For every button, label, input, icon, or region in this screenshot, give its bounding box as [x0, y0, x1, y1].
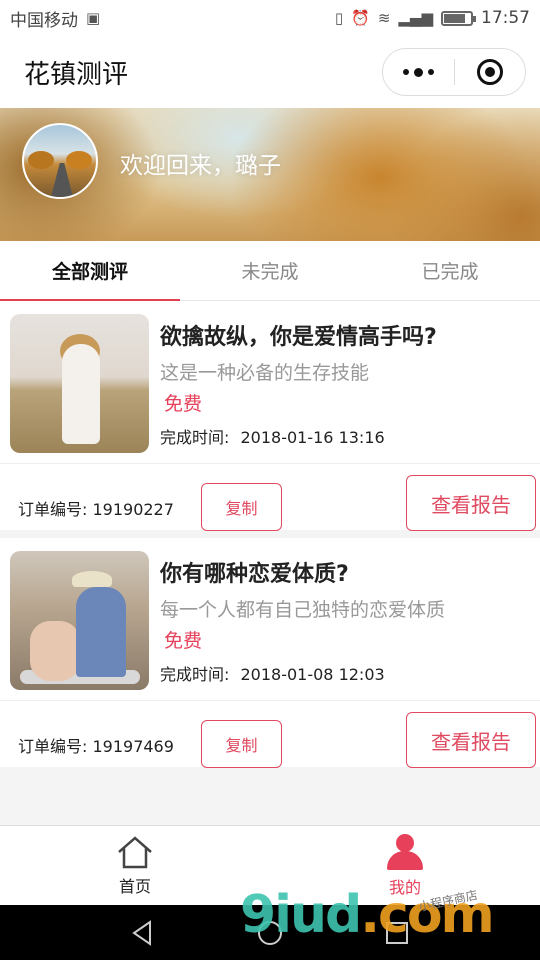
more-dots-icon — [402, 67, 434, 77]
status-bar: 中国移动 ▣ ▯ ⏰ ≋ ▂▄▆ 17:57 — [0, 0, 540, 36]
back-icon[interactable] — [128, 918, 158, 948]
order-card: 你有哪种恋爱体质? 每一个人都有自己独特的恋爱体质 免费 完成时间: 2018-… — [0, 538, 540, 775]
filter-tabs: 全部测评 未完成 已完成 — [0, 241, 540, 301]
target-icon — [476, 59, 503, 85]
copy-button[interactable]: 复制 — [201, 720, 282, 768]
completion-time: 完成时间: 2018-01-08 12:03 — [160, 661, 385, 685]
order-card-info[interactable]: 欲擒故纵，你是爱情高手吗? 这是一种必备的生存技能 免费 完成时间: 2018-… — [0, 301, 540, 464]
test-title: 欲擒故纵，你是爱情高手吗? — [160, 325, 437, 350]
tab-all[interactable]: 全部测评 — [0, 241, 180, 301]
tabbar-item-home[interactable]: 首页 — [0, 826, 270, 905]
wifi-icon: ≋ — [377, 9, 391, 27]
home-icon — [118, 835, 152, 868]
battery-icon — [441, 10, 476, 26]
watermark-main: 9iud — [240, 885, 362, 945]
profile-banner: 欢迎回来，璐子 — [0, 108, 540, 241]
order-list: 欲擒故纵，你是爱情高手吗? 这是一种必备的生存技能 免费 完成时间: 2018-… — [0, 301, 540, 775]
avatar[interactable] — [22, 123, 98, 199]
test-title: 你有哪种恋爱体质? — [160, 562, 349, 587]
completion-time-value: 2018-01-08 12:03 — [240, 665, 385, 684]
close-miniprogram-button[interactable] — [455, 49, 526, 95]
alarm-icon: ⏰ — [351, 9, 370, 27]
status-right: ▯ ⏰ ≋ ▂▄▆ 17:57 — [335, 8, 530, 28]
vibrate-icon: ▯ — [334, 9, 344, 27]
completion-time-value: 2018-01-16 13:16 — [240, 428, 385, 447]
test-thumbnail — [10, 551, 149, 690]
tabbar-label-home: 首页 — [118, 876, 151, 896]
view-report-button[interactable]: 查看报告 — [406, 475, 536, 531]
test-subtitle: 每一个人都有自己独特的恋爱体质 — [160, 599, 446, 621]
page-title: 花镇测评 — [24, 59, 129, 90]
welcome-text: 欢迎回来，璐子 — [120, 153, 281, 179]
copy-button[interactable]: 复制 — [201, 483, 282, 531]
clock: 17:57 — [481, 8, 530, 28]
price-label: 免费 — [164, 630, 203, 652]
test-subtitle: 这是一种必备的生存技能 — [160, 362, 370, 384]
order-number: 订单编号: 19190227 — [18, 500, 174, 519]
carrier-name: 中国移动 — [10, 10, 78, 31]
completion-time-label: 完成时间: — [160, 428, 230, 447]
order-card: 欲擒故纵，你是爱情高手吗? 这是一种必备的生存技能 免费 完成时间: 2018-… — [0, 301, 540, 538]
miniprogram-capsule — [382, 48, 526, 96]
more-button[interactable] — [383, 49, 454, 95]
order-card-info[interactable]: 你有哪种恋爱体质? 每一个人都有自己独特的恋爱体质 免费 完成时间: 2018-… — [0, 538, 540, 701]
tab-incomplete[interactable]: 未完成 — [180, 241, 360, 300]
view-report-button[interactable]: 查看报告 — [406, 712, 536, 768]
price-label: 免费 — [164, 393, 203, 415]
tab-completed[interactable]: 已完成 — [360, 241, 540, 300]
completion-time: 完成时间: 2018-01-16 13:16 — [160, 424, 385, 448]
status-left: 中国移动 ▣ — [10, 6, 100, 31]
completion-time-label: 完成时间: — [160, 665, 230, 684]
gallery-notification-icon: ▣ — [86, 9, 101, 27]
nav-bar: 花镇测评 — [0, 36, 540, 108]
signal-icon: ▂▄▆ — [398, 9, 433, 27]
person-icon — [385, 833, 425, 870]
test-thumbnail — [10, 314, 149, 453]
order-number: 订单编号: 19197469 — [18, 737, 174, 756]
